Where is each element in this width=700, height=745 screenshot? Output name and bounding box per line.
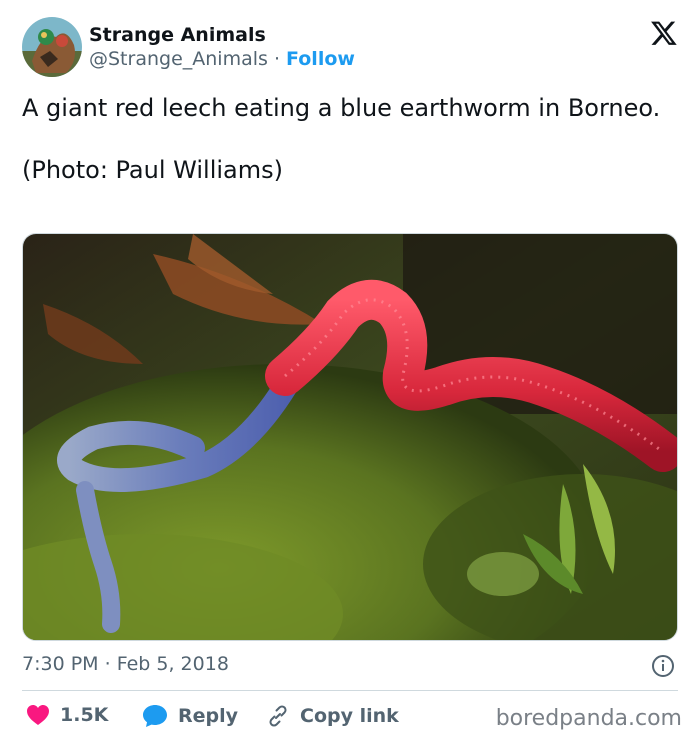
tweet-text-line-2: (Photo: Paul Williams)	[22, 156, 283, 184]
link-icon	[269, 705, 287, 727]
action-bar: 1.5K Reply Copy link boredpanda.com	[22, 704, 682, 732]
tweet-photo[interactable]	[22, 233, 678, 641]
heart-icon	[27, 705, 49, 725]
like-count: 1.5K	[60, 704, 109, 726]
reply-label: Reply	[178, 705, 239, 727]
account-handle-row: @Strange_Animals · Follow	[89, 48, 355, 70]
tweet-date: Feb 5, 2018	[116, 653, 229, 675]
copy-link-label: Copy link	[300, 705, 399, 727]
info-icon[interactable]	[651, 654, 675, 678]
tweet-time: 7:30 PM	[22, 653, 99, 675]
account-name[interactable]: Strange Animals	[89, 24, 266, 46]
reply-button[interactable]: Reply	[142, 704, 238, 728]
watermark: boredpanda.com	[495, 706, 682, 731]
x-logo-icon[interactable]	[650, 19, 678, 47]
separator: ·	[273, 48, 280, 70]
divider	[22, 690, 678, 691]
tweet-timestamp[interactable]: 7:30 PM · Feb 5, 2018	[22, 653, 229, 675]
copy-link-button[interactable]: Copy link	[266, 704, 399, 728]
speech-bubble-icon	[143, 705, 167, 727]
avatar[interactable]	[22, 17, 82, 77]
like-button[interactable]: 1.5K	[26, 704, 108, 726]
tweet-text-line-1: A giant red leech eating a blue earthwor…	[22, 94, 661, 122]
follow-button[interactable]: Follow	[286, 48, 355, 70]
account-handle[interactable]: @Strange_Animals	[89, 48, 268, 70]
tweet-header: Strange Animals @Strange_Animals · Follo…	[22, 17, 678, 79]
meta-separator: ·	[104, 653, 111, 675]
tweet-text: A giant red leech eating a blue earthwor…	[22, 93, 662, 186]
